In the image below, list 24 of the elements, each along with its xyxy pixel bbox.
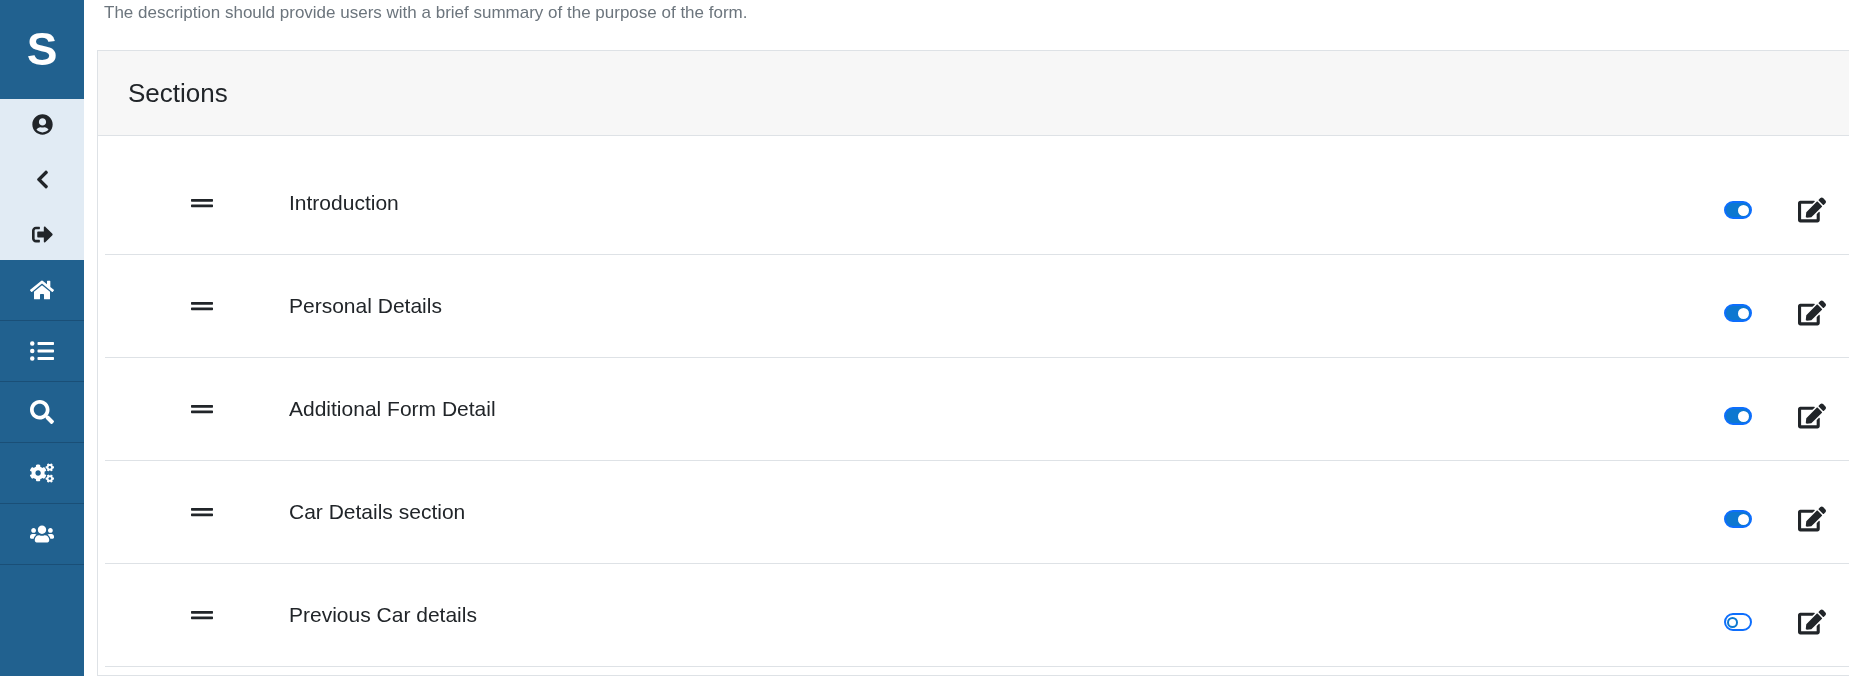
logo[interactable]: S [0, 0, 84, 99]
toggle-switch[interactable] [1724, 613, 1752, 631]
toggle-switch[interactable] [1724, 510, 1752, 528]
home-icon[interactable] [30, 278, 54, 302]
logout-icon[interactable] [31, 224, 53, 245]
edit-icon[interactable] [1798, 300, 1826, 326]
edit-icon[interactable] [1798, 197, 1826, 223]
section-label: Previous Car details [289, 602, 478, 629]
edit-icon[interactable] [1798, 506, 1826, 532]
settings-icon[interactable] [30, 461, 54, 485]
section-label: Car Details section [289, 499, 467, 526]
section-label: Introduction [289, 190, 400, 217]
form-description: The description should provide users with a brief summary of the purpose of the form. [104, 2, 748, 24]
toggle-switch[interactable] [1724, 407, 1752, 425]
section-label: Additional Form Detail [289, 396, 497, 423]
edit-icon[interactable] [1798, 403, 1826, 429]
toggle-switch[interactable] [1724, 304, 1752, 322]
edit-icon[interactable] [1798, 609, 1826, 635]
toggle-switch[interactable] [1724, 201, 1752, 219]
user-icon[interactable] [31, 114, 53, 135]
list-icon[interactable] [30, 339, 54, 363]
card-title: Sections [128, 76, 228, 110]
section-label: Personal Details [289, 293, 443, 320]
search-icon[interactable] [30, 400, 54, 424]
